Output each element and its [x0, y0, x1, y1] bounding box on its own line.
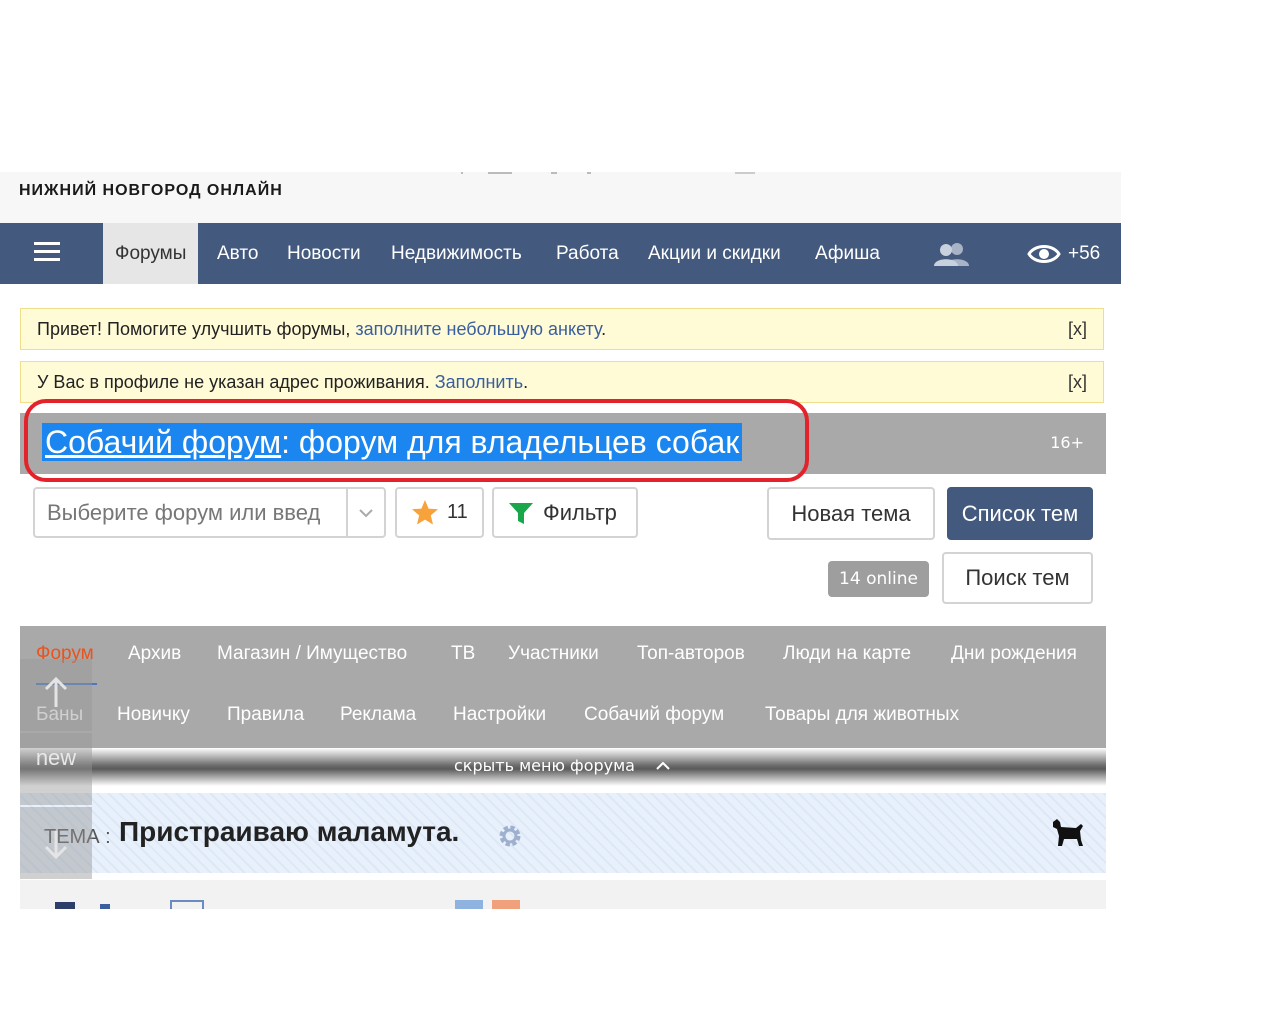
forum-menu-pet-goods[interactable]: Товары для животных [765, 704, 959, 726]
scroll-up-button[interactable] [20, 659, 92, 731]
forum-menu-ads[interactable]: Реклама [340, 704, 416, 726]
site-header: NNRU НИЖНИЙ НОВГОРОД ОНЛАЙН [0, 172, 1121, 223]
forum-menu-shop[interactable]: Магазин / Имущество [217, 643, 407, 665]
forum-menu-tv[interactable]: ТВ [451, 643, 475, 665]
first-post-row [20, 880, 1106, 909]
report-icon[interactable] [492, 900, 520, 909]
views-counter: +56 [1068, 243, 1101, 264]
nav-item-deals[interactable]: Акции и скидки [636, 223, 793, 284]
filter-label: Фильтр [543, 500, 617, 525]
forum-search-input[interactable] [35, 489, 348, 536]
site-logo[interactable]: NNRU [20, 172, 295, 174]
filter-icon [509, 503, 533, 524]
topic-list-button[interactable]: Список тем [947, 487, 1093, 540]
star-icon [412, 500, 438, 525]
online-badge: 14 online [828, 561, 929, 597]
forum-title-rest: : форум для владельцев собак [281, 424, 740, 460]
nav-item-news[interactable]: Новости [275, 223, 373, 284]
nav-item-auto[interactable]: Авто [205, 223, 270, 284]
nav-item-afisha[interactable]: Афиша [803, 223, 892, 284]
author-link[interactable] [100, 904, 110, 909]
gear-icon[interactable] [497, 823, 523, 849]
topic-title: Пристраиваю маламута. [119, 816, 460, 847]
new-topic-button[interactable]: Новая тема [767, 487, 935, 540]
filter-button[interactable]: Фильтр [492, 487, 638, 538]
search-topics-button[interactable]: Поиск тем [942, 552, 1093, 604]
menu-icon[interactable] [34, 242, 62, 264]
topic-header: ТЕМА : Пристраиваю маламута. [20, 793, 1106, 873]
address-notice-text: У Вас в профиле не указан адрес проживан… [37, 372, 435, 392]
chevron-down-icon[interactable] [346, 489, 384, 536]
address-notice: У Вас в профиле не указан адрес проживан… [20, 361, 1104, 403]
forum-menu-settings[interactable]: Настройки [453, 704, 546, 726]
forum-title: Собачий форум: форум для владельцев соба… [42, 423, 743, 461]
forum-menu-top-authors[interactable]: Топ-авторов [637, 643, 745, 665]
nav-item-realty[interactable]: Недвижимость [379, 223, 534, 284]
survey-notice-text: Привет! Помогите улучшить форумы, [37, 319, 356, 339]
forum-select[interactable] [33, 487, 386, 538]
eye-icon [1027, 245, 1061, 263]
arrow-down-icon [44, 831, 68, 860]
nav-item-jobs[interactable]: Работа [544, 223, 631, 284]
favorites-count: 11 [447, 501, 468, 523]
forum-title-link[interactable]: Собачий форум [45, 424, 281, 460]
forum-menu-birthdays[interactable]: Дни рождения [951, 643, 1077, 665]
address-notice-dot: . [523, 372, 529, 392]
new-posts-button[interactable]: new [20, 733, 92, 805]
scroll-down-button[interactable] [20, 807, 92, 879]
site-subtitle: НИЖНИЙ НОВГОРОД ОНЛАЙН [19, 182, 283, 199]
survey-notice-dot: . [601, 319, 607, 339]
survey-notice: Привет! Помогите улучшить форумы, заполн… [20, 308, 1104, 350]
chevron-up-icon[interactable] [656, 761, 670, 770]
rank-star-icon [55, 902, 75, 909]
hide-menu-bar[interactable]: скрыть меню форума [20, 748, 1106, 786]
arrow-up-icon [44, 676, 68, 707]
forum-menu-members[interactable]: Участники [508, 643, 599, 665]
forum-menu-archive[interactable]: Архив [128, 643, 181, 665]
survey-notice-close[interactable]: [x] [1068, 309, 1087, 349]
nav-item-forums[interactable]: Форумы [103, 223, 199, 284]
gift-icon[interactable] [455, 900, 483, 909]
forum-menu-rules[interactable]: Правила [227, 704, 304, 726]
forum-menu-newbie[interactable]: Новичку [117, 704, 190, 726]
header-clipped-icons [455, 172, 765, 176]
forum-menu-map[interactable]: Люди на карте [783, 643, 911, 665]
dog-icon [1053, 819, 1083, 846]
favorites-button[interactable]: 11 [395, 487, 484, 538]
address-notice-close[interactable]: [x] [1068, 362, 1087, 402]
forum-menu: Форум Архив Магазин / Имущество ТВ Участ… [20, 626, 1106, 748]
age-rating: 16+ [1050, 433, 1084, 452]
fill-address-link[interactable]: Заполнить [435, 372, 523, 392]
forum-menu-dog-forum[interactable]: Собачий форум [584, 704, 724, 726]
main-nav: Форумы Авто Новости Недвижимость Работа … [0, 223, 1121, 284]
hide-menu-label[interactable]: скрыть меню форума [454, 756, 635, 775]
users-icon[interactable] [933, 242, 971, 266]
survey-link[interactable]: заполните небольшую анкету [355, 319, 601, 339]
forum-page: NNRU НИЖНИЙ НОВГОРОД ОНЛАЙН Форумы Авто … [0, 172, 1121, 909]
message-icon[interactable] [170, 900, 204, 909]
forum-title-bar: Собачий форум: форум для владельцев соба… [20, 413, 1106, 474]
